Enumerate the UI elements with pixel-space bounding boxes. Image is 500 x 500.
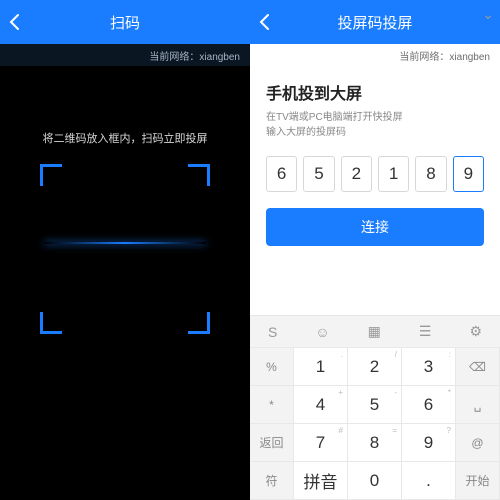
cast-heading: 手机投到大屏: [266, 80, 484, 104]
kb-fn-key[interactable]: *: [250, 386, 294, 424]
scan-instruction: 将二维码放入框内，扫码立即投屏: [43, 130, 208, 146]
kb-action-key[interactable]: 开始: [456, 462, 500, 500]
frame-corner: [188, 164, 210, 186]
code-digit[interactable]: 6: [266, 156, 297, 192]
cast-sub2: 输入大屏的投屏码: [266, 125, 484, 140]
back-icon[interactable]: [258, 0, 270, 44]
frame-corner: [40, 164, 62, 186]
keyboard-toolbar: S ☺ ▦ ☰ ⚙ ⌄: [250, 316, 500, 348]
kb-key[interactable]: 9?: [402, 424, 456, 462]
frame-corner: [188, 312, 210, 334]
header-scan: 扫码: [0, 0, 250, 44]
kb-tool-grid-icon[interactable]: ▦: [368, 323, 381, 340]
kb-key[interactable]: 7#: [294, 424, 348, 462]
network-status: 当前网络：xiangben: [0, 44, 250, 66]
kb-key[interactable]: 5-: [348, 386, 402, 424]
kb-fn-key[interactable]: 返回: [250, 424, 294, 462]
kb-action-key[interactable]: ␣: [456, 386, 500, 424]
kb-key[interactable]: 4+: [294, 386, 348, 424]
frame-corner: [40, 312, 62, 334]
code-digit[interactable]: 9: [453, 156, 484, 192]
kb-tool-settings-icon[interactable]: ⚙: [469, 323, 482, 340]
qr-scan-frame: [40, 164, 210, 334]
kb-tool-logo-icon[interactable]: S: [268, 324, 277, 340]
kb-key[interactable]: .: [402, 462, 456, 500]
kb-action-key[interactable]: @: [456, 424, 500, 462]
scan-line: [44, 242, 206, 244]
network-label: 当前网络：xiangben: [149, 48, 240, 63]
code-digit[interactable]: 2: [341, 156, 372, 192]
kb-fn-key[interactable]: %: [250, 348, 294, 386]
cast-sub1: 在TV端或PC电脑端打开快投屏: [266, 110, 484, 125]
connect-button[interactable]: 连接: [266, 208, 484, 246]
header-code: 投屏码投屏: [250, 0, 500, 44]
network-status: 当前网络：xiangben: [250, 44, 500, 66]
soft-keyboard: S ☺ ▦ ☰ ⚙ ⌄ %1.2/3:⌫ *4+5-6*␣ 返回7#8=9?@ 符拼音…: [250, 315, 500, 500]
kb-key[interactable]: 拼音: [294, 462, 348, 500]
kb-key[interactable]: 8=: [348, 424, 402, 462]
kb-collapse-icon[interactable]: ⌄: [482, 6, 494, 23]
back-icon[interactable]: [8, 0, 20, 44]
page-title-scan: 扫码: [110, 12, 140, 33]
kb-key[interactable]: 3:: [402, 348, 456, 386]
code-digit[interactable]: 8: [415, 156, 446, 192]
page-title-code: 投屏码投屏: [337, 12, 412, 33]
kb-action-key[interactable]: ⌫: [456, 348, 500, 386]
kb-tool-menu-icon[interactable]: ☰: [419, 323, 432, 340]
code-input-group[interactable]: 6 5 2 1 8 9: [266, 156, 484, 192]
kb-key[interactable]: 2/: [348, 348, 402, 386]
kb-key[interactable]: 6*: [402, 386, 456, 424]
kb-fn-key[interactable]: 符: [250, 462, 294, 500]
network-label: 当前网络：xiangben: [399, 48, 490, 63]
kb-key[interactable]: 1.: [294, 348, 348, 386]
kb-key[interactable]: 0: [348, 462, 402, 500]
code-digit[interactable]: 1: [378, 156, 409, 192]
kb-tool-emoji-icon[interactable]: ☺: [315, 324, 329, 340]
code-digit[interactable]: 5: [303, 156, 334, 192]
